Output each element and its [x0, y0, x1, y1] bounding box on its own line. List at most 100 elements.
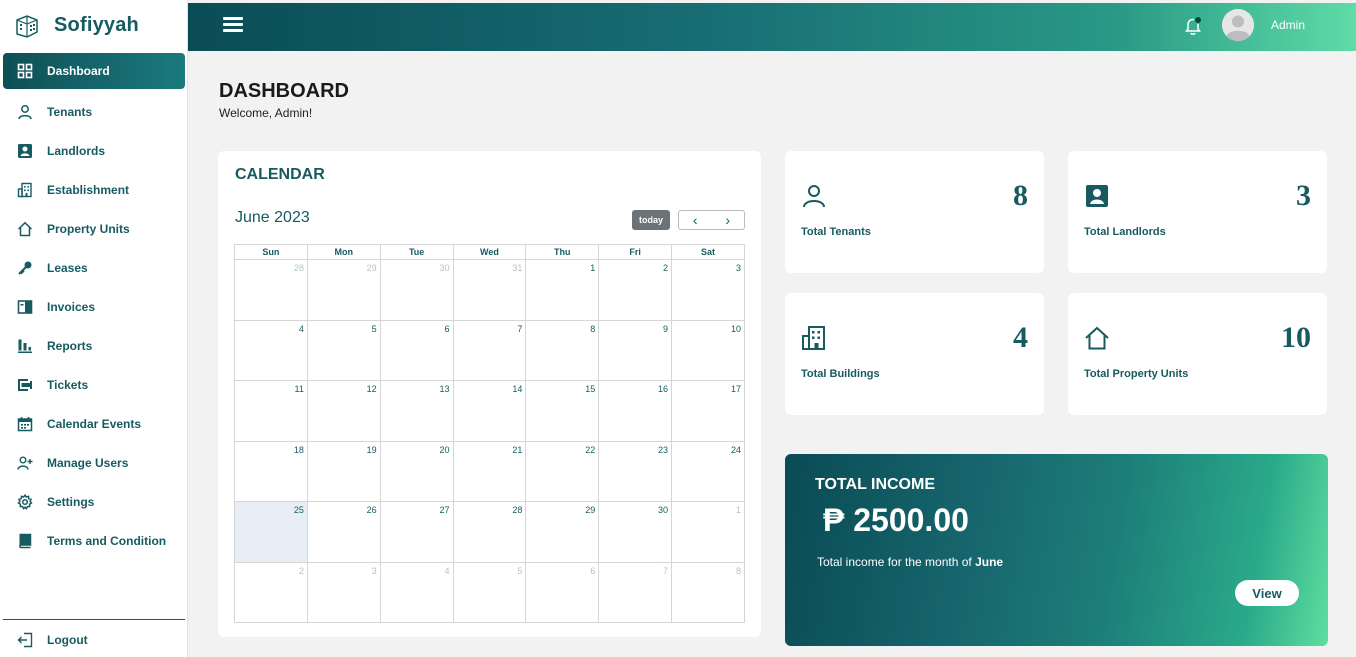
sidebar-item-establishment[interactable]: Establishment: [3, 170, 185, 209]
sidebar-item-label: Dashboard: [47, 64, 110, 78]
calendar-day-cell[interactable]: 10: [671, 319, 745, 381]
stat-label: Total Landlords: [1084, 226, 1166, 238]
building-logo-icon: [16, 15, 38, 38]
sidebar-item-landlords[interactable]: Landlords: [3, 131, 185, 170]
weekday-header: Thu: [525, 244, 600, 260]
calendar-day-cell[interactable]: 7: [598, 561, 673, 623]
calendar-day-cell[interactable]: 21: [452, 440, 527, 502]
avatar-icon: [1222, 9, 1254, 41]
user-icon: [803, 185, 825, 208]
calendar-day-cell[interactable]: 13: [379, 380, 454, 442]
sidebar-item-label: Reports: [47, 338, 93, 353]
user-icon: [18, 104, 32, 119]
stat-value: 4: [1013, 321, 1028, 354]
calendar-day-cell[interactable]: 5: [306, 319, 381, 381]
calendar-day-cell[interactable]: 29: [306, 259, 381, 321]
user-name[interactable]: Admin: [1271, 18, 1305, 32]
calendar-day-cell[interactable]: 7: [452, 319, 527, 381]
weekday-header: Tue: [379, 244, 454, 260]
today-button[interactable]: today: [632, 210, 670, 230]
calendar-day-cell[interactable]: 24: [671, 440, 745, 502]
calendar-day-cell[interactable]: 2: [598, 259, 673, 321]
calendar-day-cell[interactable]: 4: [234, 319, 308, 381]
page-title: DASHBOARD: [219, 80, 349, 102]
calendar-day-cell[interactable]: 6: [379, 319, 454, 381]
weekday-header: Sat: [671, 244, 745, 260]
calendar-day-cell[interactable]: 6: [525, 561, 600, 623]
user-plus-icon: [17, 456, 33, 470]
view-button[interactable]: View: [1235, 580, 1299, 606]
building-icon: [17, 182, 32, 197]
prev-month-button[interactable]: ‹: [679, 211, 712, 229]
calendar-day-cell[interactable]: 4: [379, 561, 454, 623]
stat-card-landlords: 3 Total Landlords: [1068, 151, 1327, 273]
sidebar-item-label: Calendar Events: [47, 416, 142, 431]
calendar-day-cell[interactable]: 8: [525, 319, 600, 381]
calendar-day-cell[interactable]: 20: [379, 440, 454, 502]
calendar-day-cell[interactable]: 30: [598, 501, 673, 563]
grid-icon: [17, 63, 33, 79]
avatar[interactable]: [1222, 9, 1254, 41]
invoice-icon: [17, 299, 33, 314]
next-month-button[interactable]: ›: [712, 211, 745, 229]
sidebar-item-calendar-events[interactable]: Calendar Events: [3, 404, 185, 443]
gear-icon: [17, 493, 33, 510]
income-title: TOTAL INCOME: [815, 476, 935, 493]
sidebar-item-terms-and-condition[interactable]: Terms and Condition: [3, 521, 185, 560]
sidebar-item-reports[interactable]: Reports: [3, 326, 185, 365]
calendar-day-cell[interactable]: 3: [306, 561, 381, 623]
calendar-day-cell[interactable]: 8: [671, 561, 745, 623]
calendar-day-cell[interactable]: 2: [234, 561, 308, 623]
income-amount: ₱ 2500.00: [823, 502, 969, 538]
logout-button[interactable]: Logout: [3, 620, 185, 657]
calendar-day-cell[interactable]: 15: [525, 380, 600, 442]
calendar-day-cell[interactable]: 31: [452, 259, 527, 321]
sidebar-item-property-units[interactable]: Property Units: [3, 209, 185, 248]
calendar-day-cell[interactable]: 3: [671, 259, 745, 321]
sidebar-item-leases[interactable]: Leases: [3, 248, 185, 287]
sidebar-item-tenants[interactable]: Tenants: [3, 92, 185, 131]
stat-label: Total Property Units: [1084, 368, 1189, 380]
calendar-day-cell[interactable]: 30: [379, 259, 454, 321]
calendar-day-cell[interactable]: 29: [525, 501, 600, 563]
calendar-day-cell[interactable]: 16: [598, 380, 673, 442]
sidebar-item-tickets[interactable]: Tickets: [3, 365, 185, 404]
income-card: TOTAL INCOME ₱ 2500.00 Total income for …: [785, 454, 1328, 646]
calendar-card: CALENDAR June 2023 today ‹ › Sun Mon Tue…: [218, 151, 761, 637]
sidebar-item-dashboard[interactable]: Dashboard: [3, 53, 185, 89]
stat-label: Total Buildings: [801, 368, 880, 380]
calendar-day-cell[interactable]: 14: [452, 380, 527, 442]
stat-card-property-units: 10 Total Property Units: [1068, 293, 1327, 415]
calendar-day-cell[interactable]: 9: [598, 319, 673, 381]
calendar-day-cell[interactable]: 12: [306, 380, 381, 442]
calendar-day-cell[interactable]: 22: [525, 440, 600, 502]
calendar-day-cell[interactable]: 18: [234, 440, 308, 502]
calendar-day-cell[interactable]: 27: [379, 501, 454, 563]
calendar-day-cell[interactable]: 1: [671, 501, 745, 563]
sidebar-nav: Dashboard Tenants Landlords Establishmen…: [3, 53, 185, 560]
user-square-icon: [1086, 185, 1108, 207]
calendar-day-cell[interactable]: 17: [671, 380, 745, 442]
calendar-day-cell[interactable]: 26: [306, 501, 381, 563]
bar-chart-icon: [18, 339, 32, 353]
calendar-day-cell[interactable]: 1: [525, 259, 600, 321]
calendar-day-cell[interactable]: 19: [306, 440, 381, 502]
calendar-month-label: June 2023: [235, 209, 310, 226]
calendar-day-cell[interactable]: 5: [452, 561, 527, 623]
sidebar-item-manage-users[interactable]: Manage Users: [3, 443, 185, 482]
stat-value: 10: [1281, 321, 1311, 354]
menu-toggle-icon[interactable]: [223, 17, 243, 33]
stat-label: Total Tenants: [801, 226, 871, 238]
brand[interactable]: Sofiyyah: [0, 0, 187, 50]
calendar-day-cell[interactable]: 23: [598, 440, 673, 502]
calendar-nav: ‹ ›: [678, 210, 745, 230]
calendar-day-cell-today[interactable]: 25: [234, 501, 308, 563]
weekday-header: Wed: [452, 244, 527, 260]
sidebar-item-settings[interactable]: Settings: [3, 482, 185, 521]
calendar-day-cell[interactable]: 28: [234, 259, 308, 321]
calendar-icon: [17, 416, 33, 431]
stat-value: 8: [1013, 179, 1028, 212]
calendar-day-cell[interactable]: 28: [452, 501, 527, 563]
calendar-day-cell[interactable]: 11: [234, 380, 308, 442]
sidebar-item-invoices[interactable]: Invoices: [3, 287, 185, 326]
